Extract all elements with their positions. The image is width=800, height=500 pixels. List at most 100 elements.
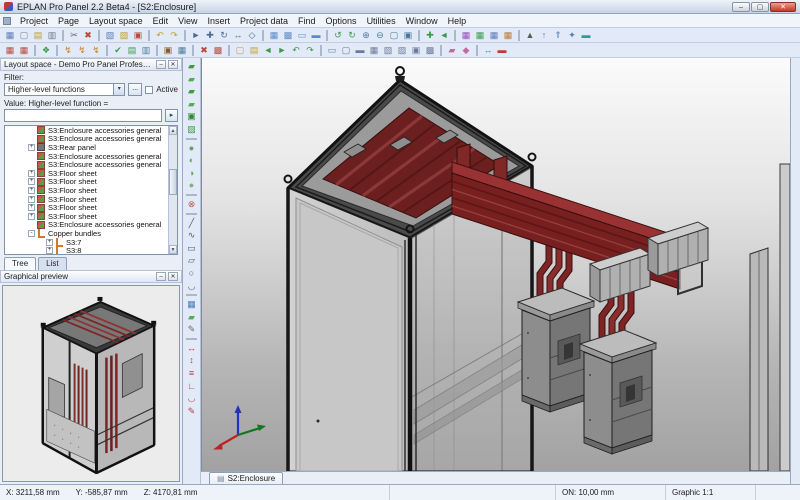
render-off-icon[interactable]: ⊗ [185,198,198,211]
routing-icon[interactable]: ❖ [39,44,53,57]
tree-item[interactable]: S3:Enclosure accessories general [5,160,168,169]
value-input[interactable] [4,109,162,122]
insert-mounting-panel-icon[interactable]: ▢ [339,44,353,57]
select-icon[interactable]: ► [189,29,203,42]
dim-chain-icon[interactable]: ≡ [185,367,198,380]
preview-3d-thumbnail[interactable] [2,285,180,482]
evaluation-icon[interactable]: ▤ [125,44,139,57]
panel-menu-button[interactable]: – [156,60,166,69]
materials-icon[interactable]: ▦ [501,29,515,42]
insert-enclosure-icon[interactable]: ▭ [325,44,339,57]
menu-item[interactable]: Window [401,16,443,26]
measure-icon[interactable]: ↔ [481,44,495,57]
zoom-window-icon[interactable]: ▢ [387,29,401,42]
rotate-icon[interactable]: ↻ [217,29,231,42]
tree-item[interactable]: + S3:Floor sheet [5,169,168,178]
arc-icon[interactable]: ◡ [185,280,198,293]
line-icon[interactable]: ╱ [185,217,198,230]
dim-linear-icon[interactable]: ↔ [185,342,198,355]
tree-item[interactable]: + S3:7 [5,238,168,247]
up-icon[interactable]: ↑ [537,29,551,42]
zoom-out-icon[interactable]: ⊖ [373,29,387,42]
report-icon[interactable]: ▦ [487,29,501,42]
tree-item[interactable]: + S3:Rear panel [5,143,168,152]
pencil-icon[interactable]: ✎ [185,323,198,336]
tree-item[interactable]: + S3:Floor sheet [5,212,168,221]
filter-combobox-value[interactable]: Higher-level functions [4,83,113,96]
properties-icon[interactable]: ▣ [131,29,145,42]
orbit-icon[interactable]: ◐ [185,154,198,167]
insert-rail-icon[interactable]: ▬ [353,44,367,57]
tree-expander[interactable]: + [28,170,35,177]
menu-item[interactable]: Layout space [84,16,148,26]
menu-item[interactable]: Page [53,16,84,26]
tree-expander[interactable]: + [28,204,35,211]
layer-icon[interactable]: ▬ [579,29,593,42]
tree-item[interactable]: S3:Enclosure accessories general [5,221,168,230]
part-selection-icon[interactable]: ▣ [161,44,175,57]
panel-menu-button[interactable]: – [156,272,166,281]
view-top-icon[interactable]: ▰ [185,98,198,111]
open-page-icon[interactable]: ▤ [247,44,261,57]
menu-item[interactable]: Insert [202,16,235,26]
view-side-icon[interactable]: ▰ [185,85,198,98]
tree-item[interactable]: + S3:8 [5,246,168,254]
connection-icon[interactable]: ↯ [61,44,75,57]
view-back-icon[interactable]: ▨ [185,123,198,136]
tree-item[interactable]: - Copper bundles [5,229,168,238]
regenerate-icon[interactable]: ↻ [345,29,359,42]
title-bar[interactable]: EPLAN Pro Panel 2.2 Beta4 - [S2:Enclosur… [0,0,800,14]
new-window-icon[interactable]: ▭ [295,29,309,42]
view-front-icon[interactable]: ▰ [185,73,198,86]
tree-item[interactable]: + S3:Floor sheet [5,178,168,187]
close-button[interactable]: ✕ [770,2,796,12]
redo-icon[interactable]: ↷ [167,29,181,42]
tree-view-tab[interactable]: Tree [4,257,36,270]
dimension-icon[interactable]: ▬ [495,44,509,57]
polygon-icon[interactable]: ▱ [185,254,198,267]
print-icon[interactable]: ▥ [45,29,59,42]
mirror-icon[interactable]: ↔ [231,29,245,42]
insert-device-icon[interactable]: ▣ [409,44,423,57]
refresh-icon[interactable]: ↺ [331,29,345,42]
update-parts-icon[interactable]: ▩ [211,44,225,57]
grid-icon[interactable]: ▦ [267,29,281,42]
tree-expander[interactable]: - [28,230,35,237]
device-navigator-icon[interactable]: ▦ [3,44,17,57]
preview-panel-caption[interactable]: Graphical preview – ✕ [0,270,182,283]
menu-item[interactable]: Project [15,16,53,26]
potential-icon[interactable]: ↯ [75,44,89,57]
pan-icon[interactable]: ✚ [423,29,437,42]
tree-item[interactable]: + S3:Floor sheet [5,203,168,212]
undo-view-icon[interactable]: ↶ [289,44,303,57]
bend-icon[interactable]: ◆ [459,44,473,57]
tree-expander[interactable]: + [28,178,35,185]
tree-item[interactable]: S3:Enclosure accessories general [5,126,168,135]
back-icon[interactable]: ◄ [261,44,275,57]
layout-space-tab[interactable]: ▤ S2:Enclosure [209,472,283,484]
filter-combobox[interactable]: Higher-level functions ▾ [4,83,125,96]
menu-item[interactable]: View [173,16,202,26]
tree-item[interactable]: S3:Enclosure accessories general [5,152,168,161]
fill-icon[interactable]: ▰ [185,311,198,324]
copper-icon[interactable]: ▰ [445,44,459,57]
bom-icon[interactable]: ▦ [473,29,487,42]
chevron-down-icon[interactable]: ▾ [113,83,125,96]
insert-terminal-icon[interactable]: ▨ [395,44,409,57]
undo-icon[interactable]: ↶ [153,29,167,42]
previous-view-icon[interactable]: ◄ [437,29,451,42]
tree-item[interactable]: S3:Enclosure accessories general [5,135,168,144]
forward-icon[interactable]: ► [275,44,289,57]
scrollbar-thumb[interactable] [169,169,177,195]
signal-icon[interactable]: ↯ [89,44,103,57]
active-checkbox[interactable] [145,86,153,94]
dim-edit-icon[interactable]: ✎ [185,405,198,418]
tree-expander[interactable]: + [28,144,35,151]
tree-expander[interactable]: + [46,247,53,254]
tree-expander[interactable]: + [46,239,53,246]
new-icon[interactable]: ▢ [17,29,31,42]
delete-placement-icon[interactable]: ✖ [197,44,211,57]
menu-item[interactable]: Find [293,16,321,26]
rectangle-icon[interactable]: ▭ [185,242,198,255]
value-input-button[interactable]: ▸ [165,109,178,122]
